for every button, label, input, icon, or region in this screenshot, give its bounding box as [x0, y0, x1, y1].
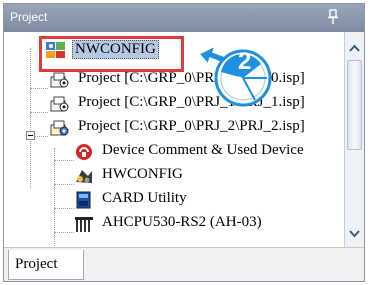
scroll-down-icon[interactable]	[348, 227, 361, 240]
hwconfig-icon	[76, 170, 92, 183]
device-comment-icon	[76, 144, 92, 160]
project-icon	[50, 120, 69, 136]
tree-item-label: HWCONFIG	[102, 166, 183, 182]
vertical-scrollbar[interactable]	[344, 32, 364, 247]
highlight-box	[39, 36, 184, 72]
project-icon	[50, 96, 69, 112]
tree-line	[54, 232, 74, 233]
tab-project[interactable]: Project	[8, 250, 84, 280]
tree-line	[54, 160, 74, 161]
scrollbar-thumb[interactable]	[347, 60, 362, 150]
tree-item-label: CARD Utility	[102, 190, 187, 206]
tree-line	[35, 136, 48, 137]
panel-title: Project	[10, 10, 48, 24]
panel-titlebar: Project	[4, 4, 364, 32]
tree-line	[30, 48, 31, 188]
collapse-toggle[interactable]	[26, 131, 35, 140]
badge-number-text: 2	[238, 48, 252, 75]
tree-line	[54, 184, 74, 185]
tree-item-label: AHCPU530-RS2 (AH-03)	[102, 214, 262, 230]
tree-item-label: Device Comment & Used Device	[102, 142, 304, 158]
tree-line	[54, 208, 74, 209]
tree-line	[30, 88, 48, 89]
cpu-module-icon	[75, 217, 93, 232]
tree-item-label: Project [C:\GRP_0\PRJ_2\PRJ_2.isp]	[78, 118, 305, 134]
tree-line	[30, 112, 48, 113]
project-icon	[50, 72, 69, 88]
pin-icon[interactable]	[326, 9, 340, 25]
scroll-up-icon[interactable]	[348, 42, 361, 55]
double-click-badge: x2	[197, 44, 272, 107]
panel-tab-bar: Project	[4, 247, 364, 281]
badge-number: 2	[238, 48, 251, 76]
card-utility-icon	[76, 191, 91, 209]
